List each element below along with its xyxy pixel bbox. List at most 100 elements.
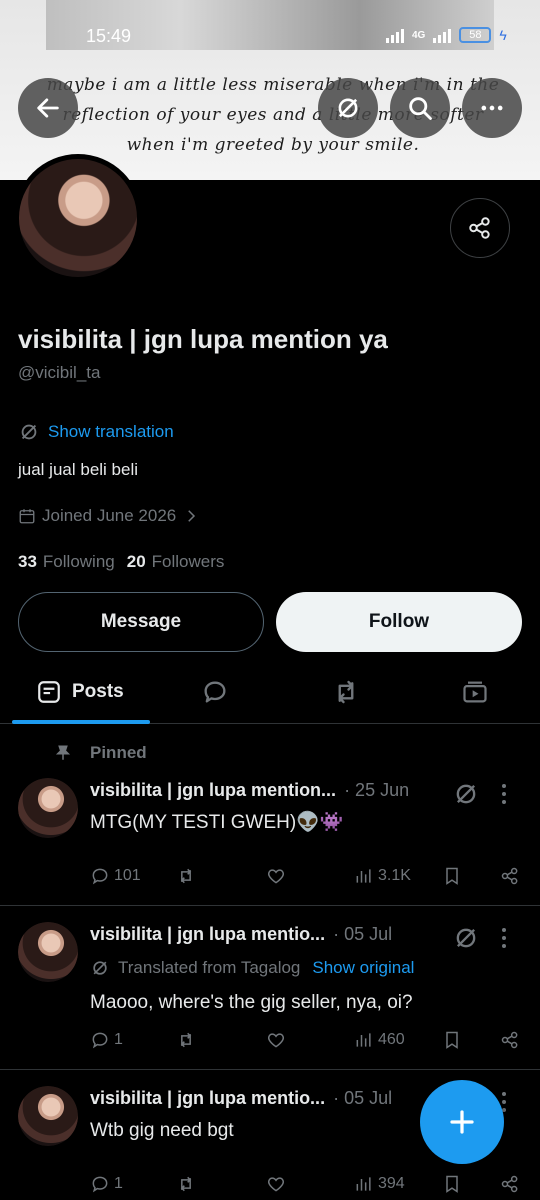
share-post-button[interactable] [500,1030,520,1050]
repost-icon [180,868,192,884]
more-horizontal-icon [481,105,503,111]
back-button[interactable] [18,78,78,138]
followers-link[interactable]: 20 Followers [127,552,225,572]
charging-icon: ϟ [499,27,507,43]
search-icon [409,97,432,120]
reply-button[interactable]: 101 [90,866,141,886]
share-icon [501,1031,518,1049]
reply-button[interactable]: 1 [90,1030,123,1050]
signal-icon-2 [433,27,452,43]
view-count: 460 [378,1031,405,1048]
post-more-icon[interactable] [500,782,508,806]
avatar-image [19,159,137,277]
repost-button[interactable] [176,1030,196,1050]
following-link[interactable]: 33 Following [18,552,115,572]
pinned-label: Pinned [54,743,147,763]
post-actions: 1 394 [90,1174,530,1198]
post-text: MTG(MY TESTI GWEH)👽👾 [90,812,344,833]
follow-stats: 33 Following 20 Followers [18,552,224,572]
grok-icon[interactable] [452,924,480,952]
profile-handle: @vicibil_ta [18,363,101,382]
views-button[interactable]: 3.1K [354,866,411,886]
bookmark-button[interactable] [442,866,462,886]
grok-icon [338,98,358,118]
like-button[interactable] [266,1174,286,1194]
reply-button[interactable]: 1 [90,1174,123,1194]
posts-icon [38,681,60,703]
share-post-button[interactable] [500,866,520,886]
followers-count: 20 [126,552,146,571]
more-button[interactable] [462,78,522,138]
reply-count: 1 [114,1031,123,1048]
bookmark-button[interactable] [442,1174,462,1194]
post-avatar[interactable] [18,778,78,838]
views-button[interactable]: 460 [354,1030,405,1050]
post-divider [0,905,540,906]
bookmark-button[interactable] [442,1030,462,1050]
tab-posts[interactable]: Posts [36,660,124,724]
post-text: Maooo, where's the gig seller, nya, oi? [90,992,413,1013]
post-item[interactable]: visibilita | jgn lupa mentio... · 05 Jul… [0,914,540,1068]
tab-replies[interactable] [201,660,229,724]
media-icon [463,681,487,703]
post-divider [0,1069,540,1070]
share-icon [501,867,518,885]
like-button[interactable] [266,1030,286,1050]
post-avatar[interactable] [18,922,78,982]
follow-button[interactable]: Follow [276,592,522,652]
post-date: · 25 Jun [344,780,410,800]
post-author-name: visibilita | jgn lupa mention... [90,780,337,800]
reply-icon [204,681,226,703]
heart-icon [267,1033,285,1048]
active-tab-indicator [12,720,150,724]
following-label: Following [42,552,115,571]
show-translation-label: Show translation [48,422,174,441]
bar-chart-icon [356,1177,371,1191]
bookmark-icon [446,1031,458,1049]
translated-row: Translated from Tagalog Show original [90,958,414,978]
avatar-image [18,778,78,838]
profile-name: visibilita | jgn lupa mention ya [18,324,388,354]
avatar-image [18,922,78,982]
repost-icon [180,1176,192,1192]
message-button[interactable]: Message [18,592,264,652]
heart-icon [267,1177,285,1192]
reply-icon [92,1176,108,1193]
post-more-icon[interactable] [500,926,508,950]
post-item[interactable]: visibilita | jgn lupa mention... · 25 Ju… [0,770,540,904]
repost-button[interactable] [176,866,196,886]
plus-icon [450,1110,474,1134]
chevron-right-icon [188,510,196,522]
tab-media[interactable] [461,660,489,724]
bookmark-icon [446,1175,458,1193]
calendar-icon [19,509,35,524]
repost-icon [338,680,354,704]
compose-button[interactable] [420,1080,504,1164]
battery-icon: 58 [459,27,492,43]
post-avatar[interactable] [18,1086,78,1146]
grok-icon[interactable] [452,780,480,808]
search-button[interactable] [390,78,450,138]
pin-icon [55,745,71,760]
share-post-button[interactable] [500,1174,520,1194]
followers-label: Followers [151,552,225,571]
post-date: · 05 Jul [333,1088,393,1108]
status-time: 15:49 [86,26,132,46]
status-bar: 15:49 4G 58 ϟ [0,20,540,54]
repost-icon [180,1032,192,1048]
profile-tabs: Posts [0,660,540,724]
tab-reposts[interactable] [331,660,361,724]
show-original-link[interactable]: Show original [312,958,414,978]
share-button[interactable] [450,198,510,258]
joined-date[interactable]: Joined June 2026 [18,506,200,526]
repost-button[interactable] [176,1174,196,1194]
post-author-name: visibilita | jgn lupa mentio... [90,924,326,944]
profile-avatar[interactable] [14,154,142,282]
like-button[interactable] [266,866,286,886]
post-actions: 101 3.1K [90,866,530,890]
reply-icon [92,1032,108,1049]
grok-button[interactable] [318,78,378,138]
joined-label: Joined June 2026 [42,506,177,525]
views-button[interactable]: 394 [354,1174,405,1194]
show-translation-link[interactable]: Show translation [18,421,174,443]
